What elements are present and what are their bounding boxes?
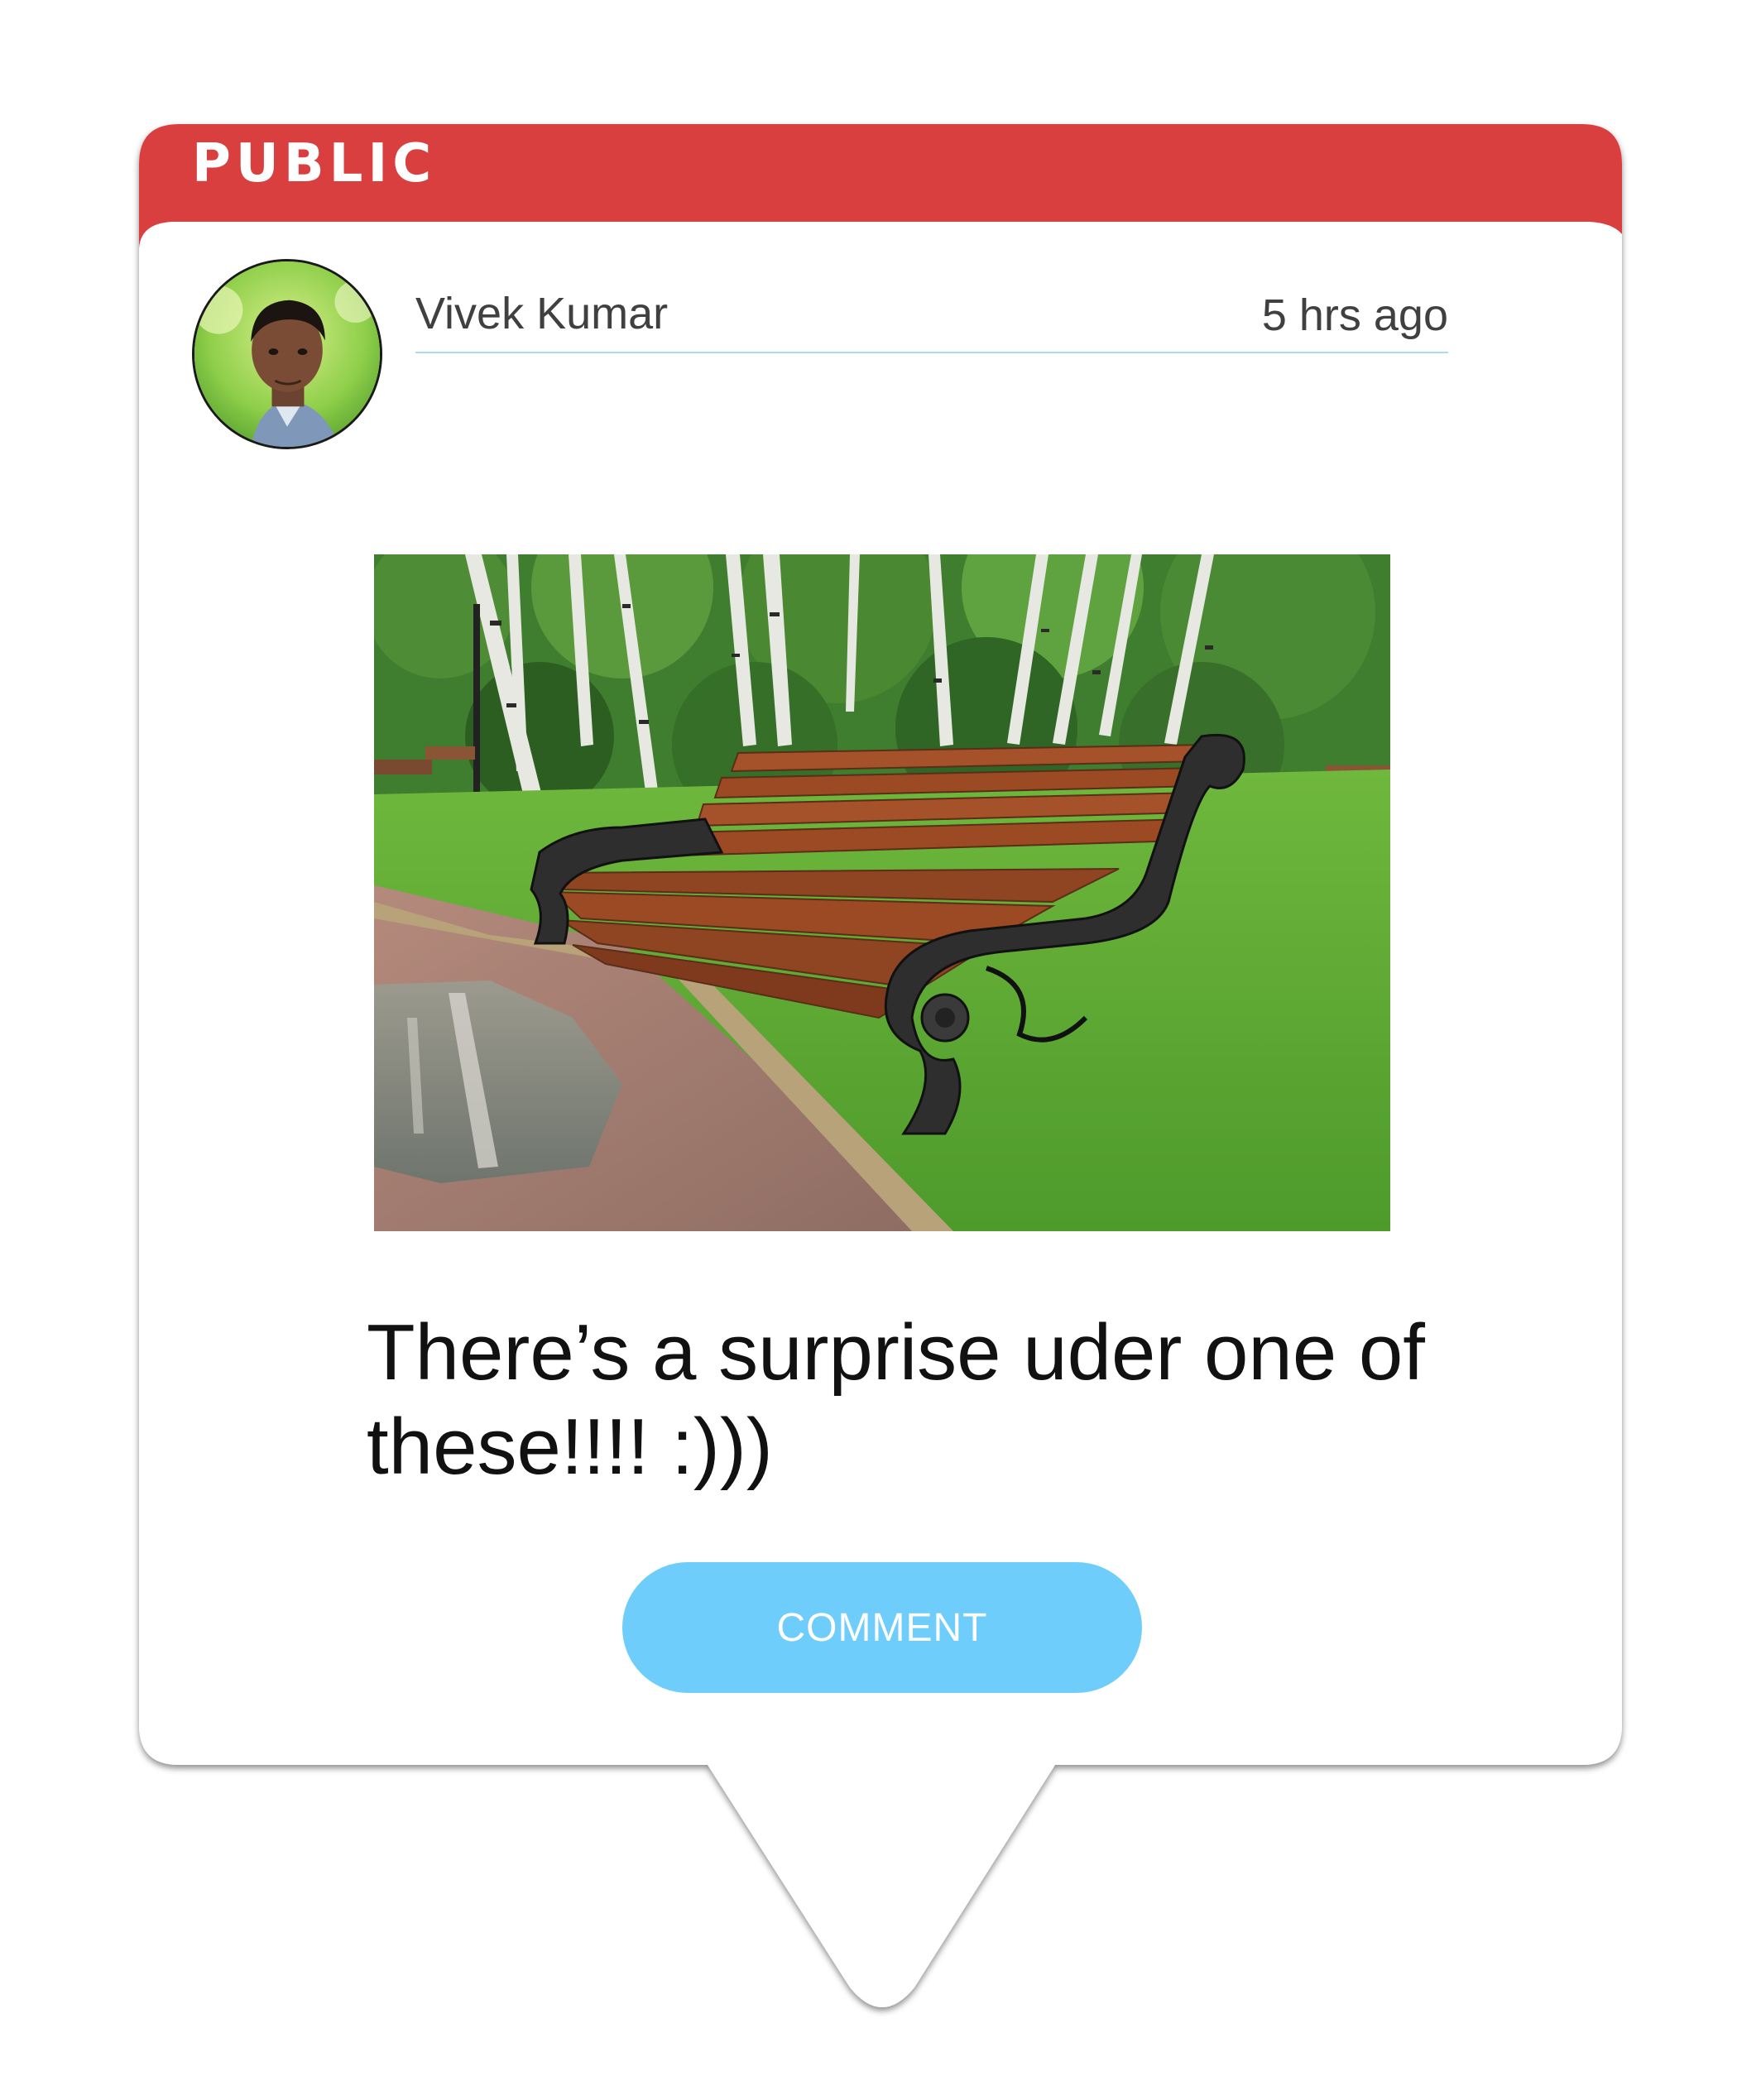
author-name[interactable]: Vivek Kumar xyxy=(415,291,668,336)
bench-photo-illustration xyxy=(374,554,1390,1231)
post-photo[interactable] xyxy=(374,554,1390,1231)
post-caption: There’s a surprise uder one of these!!!!… xyxy=(367,1308,1425,1491)
header-divider xyxy=(415,352,1448,353)
visibility-label: PUBLIC xyxy=(192,133,437,194)
post-timestamp: 5 hrs ago xyxy=(1261,290,1448,340)
comment-button[interactable]: COMMENT xyxy=(622,1562,1142,1693)
avatar-photo xyxy=(194,261,380,447)
author-avatar[interactable] xyxy=(192,259,382,449)
